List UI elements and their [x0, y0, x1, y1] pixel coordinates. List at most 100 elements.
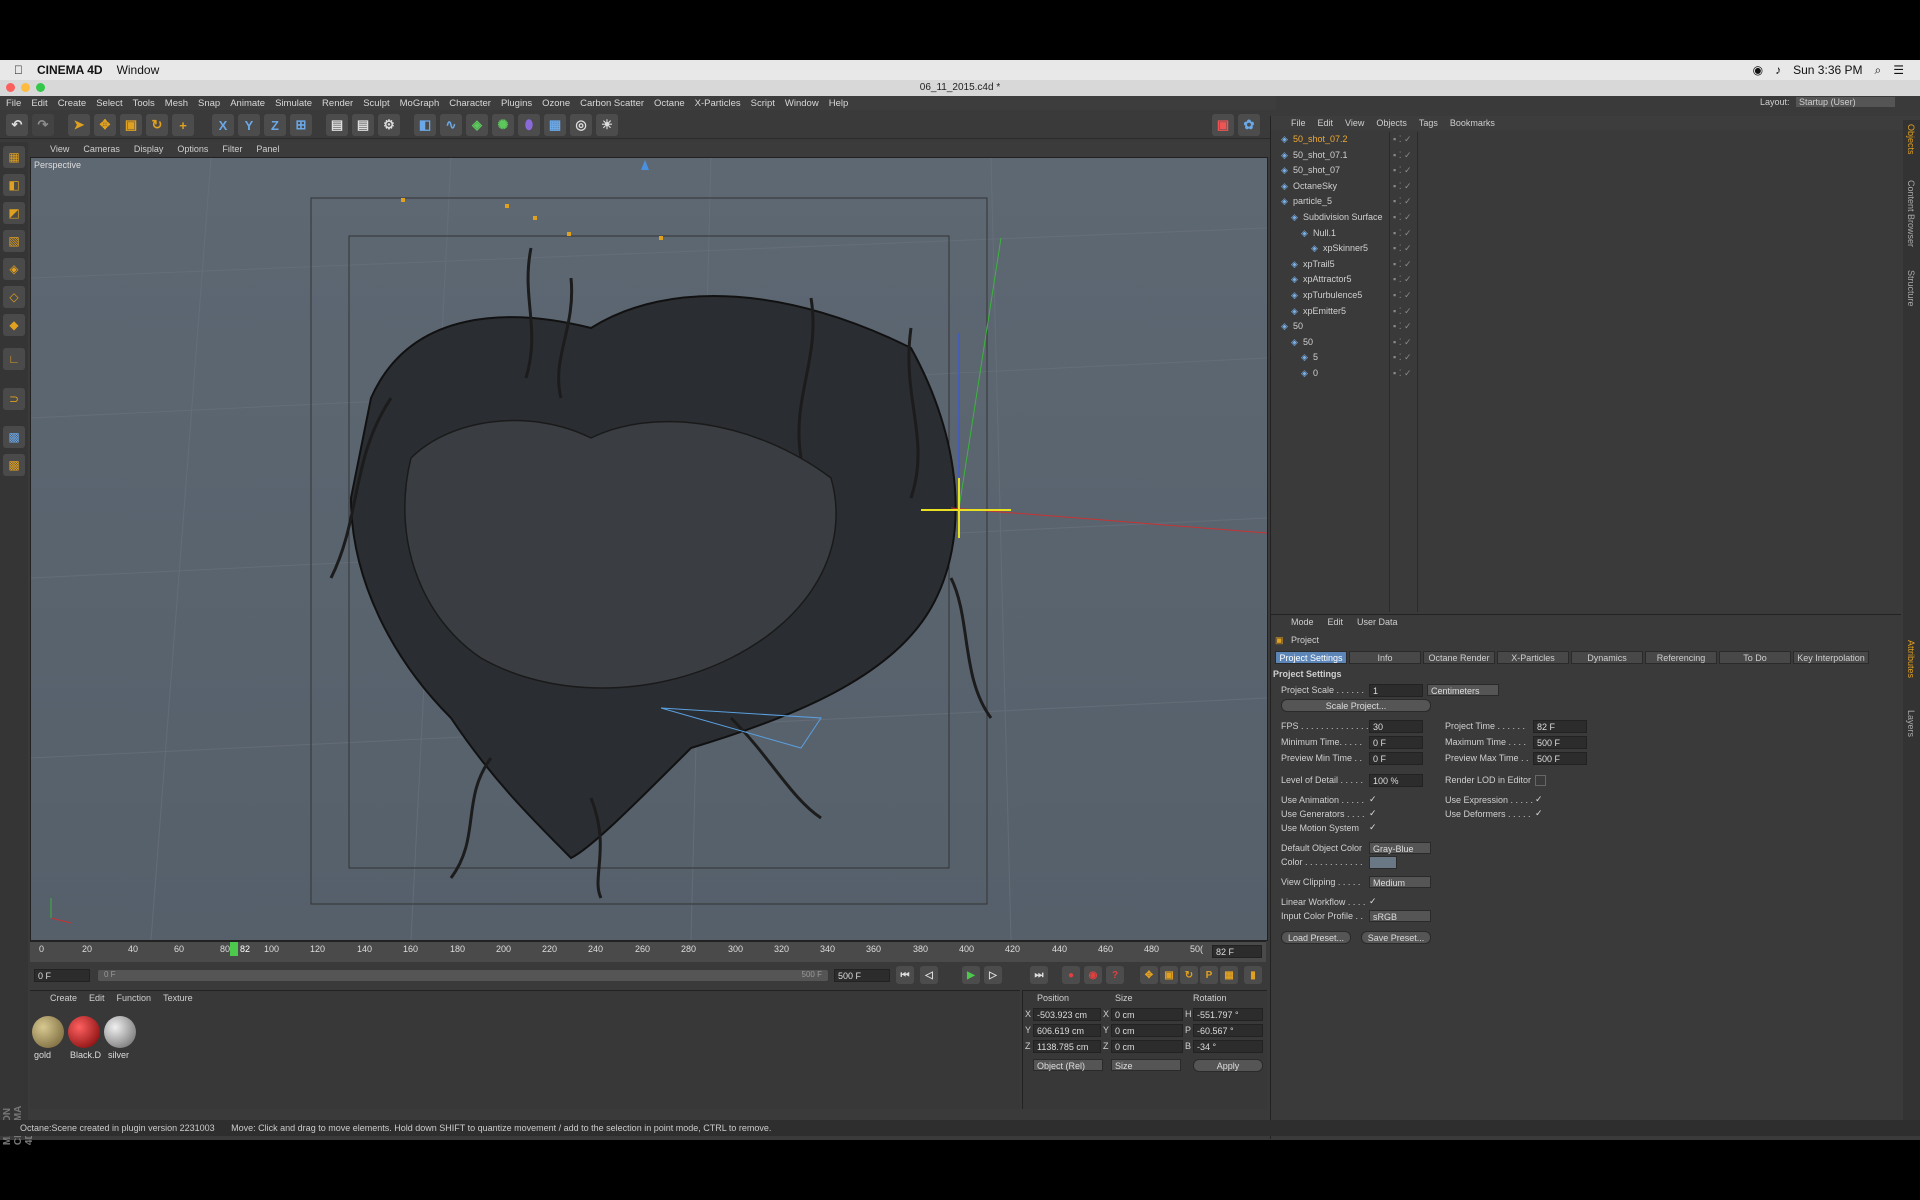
- volume-icon[interactable]: ♪: [1775, 63, 1781, 77]
- scale-project-button[interactable]: Scale Project...: [1281, 699, 1431, 712]
- color-swatch[interactable]: [1369, 856, 1397, 869]
- camera-icon[interactable]: ◎: [570, 114, 592, 136]
- object-row[interactable]: ◈ xpEmitter5 ▪ ⁚ ✓: [1271, 304, 1901, 319]
- use-motion-checkbox[interactable]: ✓: [1369, 823, 1378, 832]
- object-name[interactable]: OctaneSky: [1293, 179, 1337, 194]
- snap-icon[interactable]: ⊃: [3, 388, 25, 410]
- rotation-p-field[interactable]: -60.567 °: [1193, 1024, 1263, 1037]
- timeline-ruler[interactable]: 0 20 40 60 80 100 120 140 160 180 200 22…: [30, 941, 1266, 962]
- menu-file[interactable]: File: [6, 98, 21, 109]
- axis-mode-icon[interactable]: ∟: [3, 348, 25, 370]
- coord-mode-dropdown[interactable]: Object (Rel): [1033, 1059, 1103, 1071]
- object-name[interactable]: xpTrail5: [1303, 257, 1335, 272]
- project-scale-unit-dropdown[interactable]: Centimeters: [1427, 684, 1499, 696]
- vp-menu-options[interactable]: Options: [177, 144, 208, 154]
- frame-range-slider[interactable]: 0 F 500 F: [98, 970, 828, 981]
- menu-tools[interactable]: Tools: [133, 98, 155, 109]
- position-y-field[interactable]: 606.619 cm: [1033, 1024, 1101, 1037]
- vp-menu-cameras[interactable]: Cameras: [83, 144, 120, 154]
- menu-x-particles[interactable]: X-Particles: [695, 98, 741, 109]
- deformer-icon[interactable]: ⬮: [518, 114, 540, 136]
- clock[interactable]: Sun 3:36 PM: [1793, 63, 1862, 77]
- lock-workplane-icon[interactable]: ▩: [3, 454, 25, 476]
- tab-key-interpolation[interactable]: Key Interpolation: [1793, 651, 1869, 664]
- list-icon[interactable]: ☰: [1893, 63, 1904, 77]
- playhead[interactable]: [230, 942, 238, 956]
- coord-size-dropdown[interactable]: Size: [1111, 1059, 1181, 1071]
- visibility-toggle-icon[interactable]: ▪ ⁚ ✓: [1393, 319, 1412, 334]
- visibility-toggle-icon[interactable]: ▪ ⁚ ✓: [1393, 179, 1412, 194]
- object-row[interactable]: ◈ 50_shot_07.2 ▪ ⁚ ✓: [1271, 132, 1901, 147]
- autokey-icon[interactable]: ◉: [1084, 966, 1102, 984]
- perspective-viewport[interactable]: Perspective: [30, 157, 1268, 941]
- tab-project-settings[interactable]: Project Settings: [1275, 651, 1347, 664]
- position-x-field[interactable]: -503.923 cm: [1033, 1008, 1101, 1021]
- menu-plugins[interactable]: Plugins: [501, 98, 532, 109]
- mat-menu-edit[interactable]: Edit: [89, 993, 105, 1003]
- min-time-field[interactable]: 0 F: [1369, 736, 1423, 749]
- play-icon[interactable]: ▶: [962, 966, 980, 984]
- next-key-icon[interactable]: ▷: [984, 966, 1002, 984]
- object-name[interactable]: 50_shot_07: [1293, 163, 1340, 178]
- edit-render-settings-icon[interactable]: ⚙: [378, 114, 400, 136]
- visibility-toggle-icon[interactable]: ▪ ⁚ ✓: [1393, 194, 1412, 209]
- object-name[interactable]: xpAttractor5: [1303, 272, 1352, 287]
- redo-icon[interactable]: ↷: [32, 114, 54, 136]
- select-icon[interactable]: ➤: [68, 114, 90, 136]
- mat-menu-create[interactable]: Create: [50, 993, 77, 1003]
- visibility-toggle-icon[interactable]: ▪ ⁚ ✓: [1393, 132, 1412, 147]
- apply-button[interactable]: Apply: [1193, 1059, 1263, 1072]
- side-tab-attributes[interactable]: Attributes: [1906, 640, 1916, 678]
- tab-x-particles[interactable]: X-Particles: [1497, 651, 1569, 664]
- object-row[interactable]: ◈ Subdivision Surface ▪ ⁚ ✓: [1271, 210, 1901, 225]
- use-expression-checkbox[interactable]: ✓: [1535, 795, 1544, 804]
- object-row[interactable]: ◈ OctaneSky ▪ ⁚ ✓: [1271, 179, 1901, 194]
- object-name[interactable]: Null.1: [1313, 226, 1336, 241]
- size-x-field[interactable]: 0 cm: [1111, 1008, 1183, 1021]
- om-menu-bookmarks[interactable]: Bookmarks: [1450, 118, 1495, 128]
- x-axis-icon[interactable]: X: [212, 114, 234, 136]
- keyframe-selection-icon[interactable]: ?: [1106, 966, 1124, 984]
- minimize-window-button[interactable]: [21, 83, 30, 92]
- linear-workflow-checkbox[interactable]: ✓: [1369, 897, 1378, 906]
- workplane-icon[interactable]: ▧: [3, 230, 25, 252]
- menu-help[interactable]: Help: [829, 98, 849, 109]
- object-row[interactable]: ◈ 0 ▪ ⁚ ✓: [1271, 366, 1901, 381]
- project-scale-field[interactable]: 1: [1369, 684, 1423, 697]
- menu-ozone[interactable]: Ozone: [542, 98, 570, 109]
- vp-menu-panel[interactable]: Panel: [256, 144, 279, 154]
- side-tab-layers[interactable]: Layers: [1906, 710, 1916, 737]
- om-menu-edit[interactable]: Edit: [1318, 118, 1334, 128]
- menu-carbon-scatter[interactable]: Carbon Scatter: [580, 98, 644, 109]
- spline-icon[interactable]: ∿: [440, 114, 462, 136]
- menu-mesh[interactable]: Mesh: [165, 98, 188, 109]
- prev-key-icon[interactable]: ◁: [920, 966, 938, 984]
- view-clipping-dropdown[interactable]: Medium: [1369, 876, 1431, 888]
- scheme-icon[interactable]: ▮: [1244, 966, 1262, 984]
- visibility-toggle-icon[interactable]: ▪ ⁚ ✓: [1393, 366, 1412, 381]
- project-time-field[interactable]: 82 F: [1533, 720, 1587, 733]
- visibility-toggle-icon[interactable]: ▪ ⁚ ✓: [1393, 272, 1412, 287]
- menu-mograph[interactable]: MoGraph: [400, 98, 440, 109]
- preview-max-field[interactable]: 500 F: [1533, 752, 1587, 765]
- live-select-icon[interactable]: +: [172, 114, 194, 136]
- light-icon[interactable]: ☀: [596, 114, 618, 136]
- object-name[interactable]: 50_shot_07.1: [1293, 148, 1348, 163]
- position-z-field[interactable]: 1138.785 cm: [1033, 1040, 1101, 1053]
- object-name[interactable]: 5: [1313, 350, 1318, 365]
- window-menu[interactable]: Window: [117, 63, 160, 77]
- move-icon[interactable]: ✥: [94, 114, 116, 136]
- material-swatch-gold[interactable]: [32, 1016, 64, 1048]
- object-row[interactable]: ◈ 50 ▪ ⁚ ✓: [1271, 319, 1901, 334]
- quantize-icon[interactable]: ▩: [3, 426, 25, 448]
- tab-info[interactable]: Info: [1349, 651, 1421, 664]
- vp-menu-filter[interactable]: Filter: [222, 144, 242, 154]
- octane-live-viewer-icon[interactable]: ✿: [1238, 114, 1260, 136]
- attr-menu-edit[interactable]: Edit: [1328, 617, 1344, 627]
- record-icon[interactable]: ●: [1062, 966, 1080, 984]
- scale-icon[interactable]: ▣: [120, 114, 142, 136]
- use-animation-checkbox[interactable]: ✓: [1369, 795, 1378, 804]
- object-row[interactable]: ◈ Null.1 ▪ ⁚ ✓: [1271, 226, 1901, 241]
- load-preset-button[interactable]: Load Preset...: [1281, 931, 1351, 944]
- visibility-toggle-icon[interactable]: ▪ ⁚ ✓: [1393, 241, 1412, 256]
